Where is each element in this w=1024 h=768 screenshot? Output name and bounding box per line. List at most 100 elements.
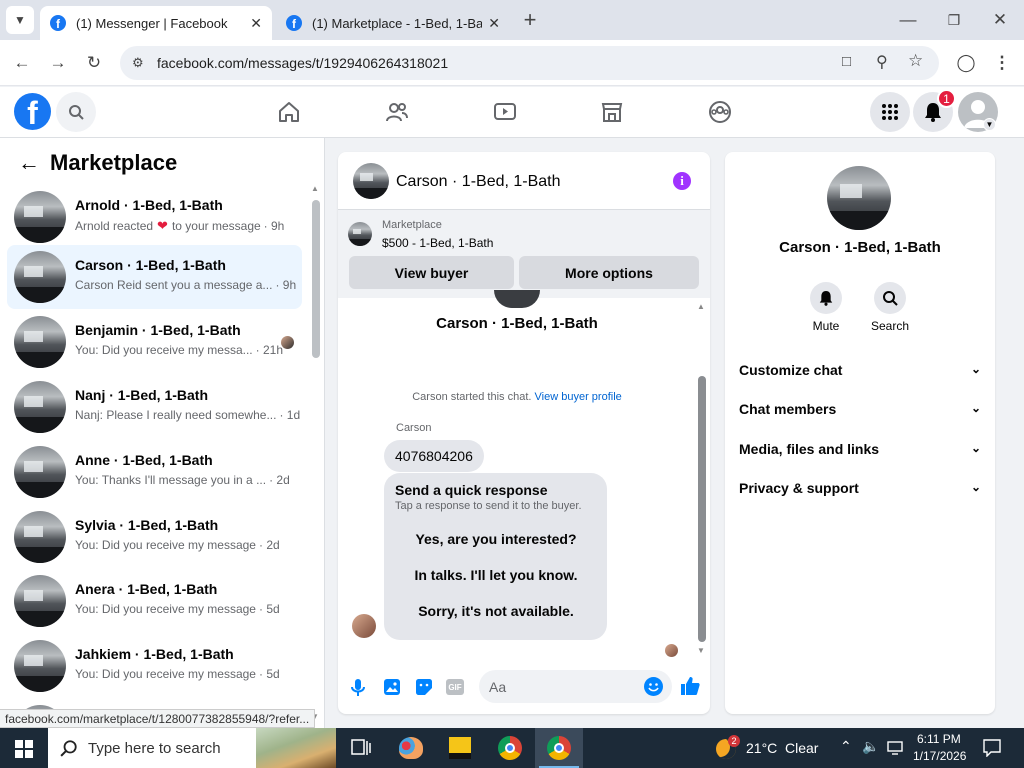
install-app-icon[interactable]: □ [842,53,851,70]
view-buyer-profile-link[interactable]: View buyer profile [535,391,622,403]
close-tab-icon[interactable]: ✕ [250,15,262,32]
chat-header-name[interactable]: Carson · 1-Bed, 1-Bath [396,173,561,191]
listing-title[interactable]: $500 - 1-Bed, 1-Bath [382,236,493,250]
tab-title: (1) Marketplace - 1-Bed, 1-Bath [312,15,482,31]
thumbs-up-icon[interactable] [680,676,700,696]
chat-header-avatar[interactable] [353,163,389,199]
sticky-notes-icon[interactable] [449,737,471,759]
conversation-item[interactable]: Nanj · 1-Bed, 1-Bath Nanj: Please I reall… [7,375,302,439]
listing-label: Marketplace [382,219,442,231]
chat-scroll-down-arrow[interactable]: ▼ [697,646,705,655]
address-bar[interactable]: ⚙ facebook.com/messages/t/19294062643180… [120,46,939,80]
sender-avatar[interactable] [352,614,376,638]
quick-reply-button[interactable]: In talks. I'll let you know. [399,561,593,589]
profile-icon[interactable]: ◯ [952,49,980,77]
show-hidden-icons-chevron[interactable]: ⌃ [840,738,852,755]
network-icon[interactable] [887,740,905,756]
chat-started-text: Carson started this chat. [412,391,532,403]
conversation-item[interactable]: Anera · 1-Bed, 1-Bath You: Did you receiv… [7,569,302,633]
conversation-item[interactable]: Sylvia · 1-Bed, 1-Bath You: Did you recei… [7,505,302,569]
message-input-placeholder: Aa [489,679,507,695]
message-input[interactable]: Aa [479,670,672,703]
paint-app-icon[interactable] [399,737,423,759]
page-title: Marketplace [50,150,178,175]
photo-icon[interactable] [383,678,401,696]
info-section-toggle[interactable]: Privacy & support ⌄ [739,480,981,496]
conversation-item[interactable]: Jahkiem · 1-Bed, 1-Bath You: Did you rece… [7,634,302,698]
sender-name: Carson [396,422,432,434]
emoji-icon[interactable] [644,677,663,696]
view-buyer-button[interactable]: View buyer [349,256,514,289]
close-window-icon[interactable]: ✕ [986,6,1014,34]
gif-icon[interactable]: GIF [446,679,464,695]
chevron-down-icon: ⌄ [970,480,981,494]
quick-reply-button[interactable]: Sorry, it's not available. [399,597,593,625]
search-icon [69,105,84,120]
seen-by-avatar [281,336,294,349]
restore-icon[interactable]: ❐ [940,6,968,34]
tab-search-chevron-icon[interactable]: ▼ [6,6,34,34]
clock-time[interactable]: 6:11 PM [917,732,961,746]
search-button[interactable] [56,92,96,132]
watch-video-icon[interactable] [493,100,517,124]
facebook-logo-icon[interactable]: f [14,93,51,130]
task-view-icon[interactable] [351,739,371,757]
search-in-chat-button[interactable] [874,282,906,314]
friends-icon[interactable] [385,100,409,124]
chrome-icon[interactable] [498,736,522,760]
conversation-item[interactable]: Carson · 1-Bed, 1-Bath Carson Reid sent y… [7,245,302,309]
more-options-button[interactable]: More options [519,256,699,289]
account-chevron-icon[interactable]: ▼ [983,118,996,131]
conversation-item[interactable]: Arnold · 1-Bed, 1-Bath Arnold reacted ❤ to … [7,185,302,249]
bookmark-star-icon[interactable]: ☆ [908,51,923,71]
groups-icon[interactable] [708,100,732,124]
new-tab-button[interactable]: + [516,6,544,34]
marketplace-icon[interactable] [600,100,624,124]
taskbar-search-box[interactable]: Type here to search [48,728,336,768]
profile-avatar[interactable] [827,166,891,230]
back-arrow-icon[interactable]: ← [8,49,36,77]
windows-start-icon[interactable] [15,740,33,758]
conversation-item[interactable]: Anne · 1-Bed, 1-Bath You: Thanks I'll mes… [7,440,302,504]
chat-scrollbar-thumb[interactable] [698,376,706,642]
conversation-item[interactable]: Benjamin · 1-Bed, 1-Bath You: Did you rec… [7,310,302,374]
info-section-toggle[interactable]: Media, files and links ⌄ [739,441,981,457]
forward-arrow-icon[interactable]: → [44,49,72,77]
tab-marketplace[interactable]: f (1) Marketplace - 1-Bed, 1-Bath ✕ [276,6,510,40]
chrome-icon [547,736,571,760]
minimize-icon[interactable]: — [894,6,922,34]
conversation-name: Anera · 1-Bed, 1-Bath [75,581,218,597]
weather-condition[interactable]: Clear [785,740,818,756]
chrome-active-app[interactable] [535,728,583,768]
volume-icon[interactable]: 🔈 [862,738,879,755]
back-button[interactable]: ← [18,150,40,176]
quick-reply-button[interactable]: Yes, are you interested? [399,525,593,553]
list-scrollbar-thumb[interactable] [312,200,320,358]
info-button[interactable]: i [673,172,691,190]
listing-thumb[interactable] [348,222,372,246]
home-icon[interactable] [277,100,301,124]
chat-scroll-up-arrow[interactable]: ▲ [697,302,705,311]
temperature[interactable]: 21°C [746,740,777,756]
section-label: Media, files and links [739,441,880,457]
microphone-icon[interactable] [350,678,366,696]
room-photo [353,163,389,199]
notification-center-icon[interactable] [983,739,1001,757]
close-tab-icon[interactable]: ✕ [488,15,500,32]
mute-button[interactable] [810,282,842,314]
message-bubble[interactable]: 4076804206 [384,440,484,472]
site-settings-icon[interactable]: ⚙ [132,55,144,71]
menu-grid-button[interactable] [870,92,910,132]
conversation-avatar [14,640,66,692]
zoom-icon[interactable]: ⚲ [876,52,888,72]
reload-icon[interactable]: ↻ [80,49,108,77]
tab-messenger[interactable]: f (1) Messenger | Facebook ✕ [40,6,272,40]
sticker-icon[interactable] [415,678,433,696]
clock-date[interactable]: 1/17/2026 [913,749,966,763]
browser-menu-icon[interactable]: ⋮ [988,49,1016,77]
preview-text: You: Did you receive my messa... [75,343,253,357]
info-section-toggle[interactable]: Chat members ⌄ [739,401,981,417]
scroll-up-arrow[interactable]: ▲ [311,184,319,193]
url-text[interactable]: facebook.com/messages/t/1929406264318021 [157,55,448,71]
info-section-toggle[interactable]: Customize chat ⌄ [739,362,981,378]
